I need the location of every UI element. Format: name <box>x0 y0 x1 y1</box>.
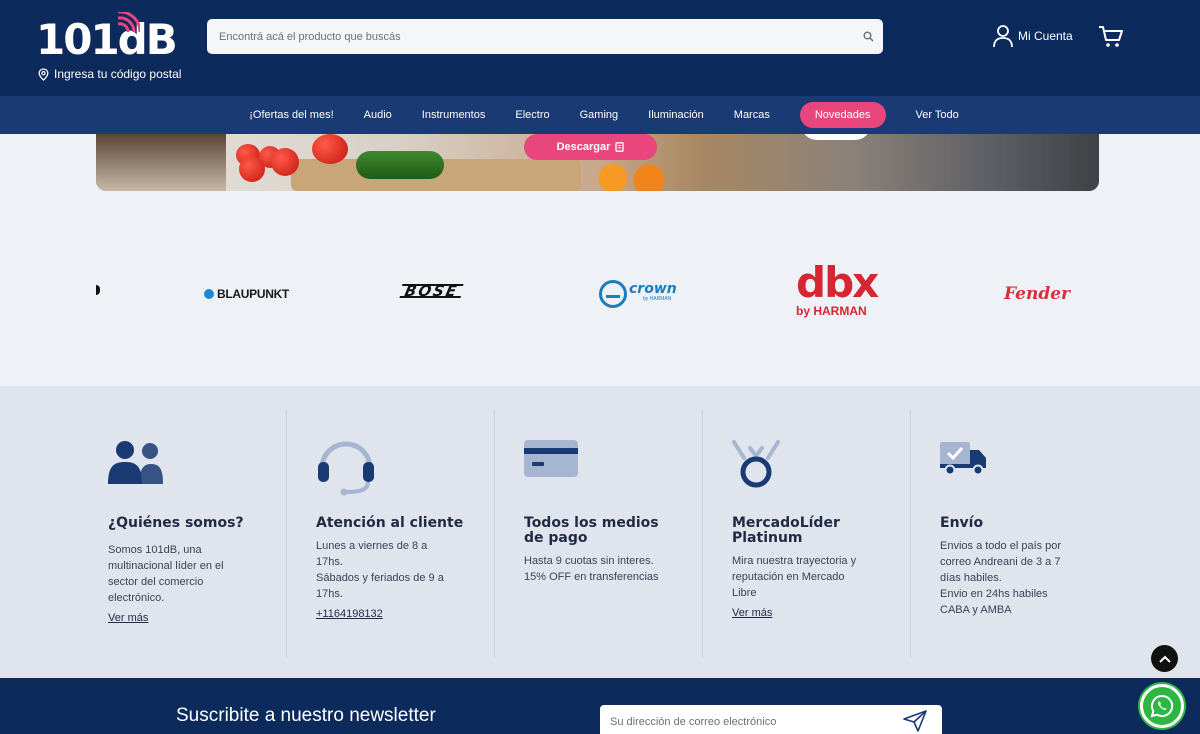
whatsapp-icon <box>1150 694 1174 718</box>
newsletter-form <box>600 705 942 734</box>
info-mercadolider: MercadoLíder Platinum Mira nuestra traye… <box>732 410 911 658</box>
user-icon <box>993 25 1013 48</box>
delivery-truck-icon <box>940 442 986 476</box>
newsletter-submit-button[interactable] <box>903 710 927 734</box>
nav-item-audio[interactable]: Audio <box>349 109 407 121</box>
nav-item-ofertas[interactable]: ¡Ofertas del mes! <box>234 109 348 121</box>
nav-item-gaming[interactable]: Gaming <box>565 109 634 121</box>
cart-button[interactable] <box>1098 25 1124 54</box>
download-button[interactable]: Descargar <box>524 134 657 160</box>
mercadolider-more-link[interactable]: Ver más <box>732 607 772 619</box>
crown-emblem-icon <box>599 280 627 308</box>
brand-logo-crown[interactable]: crown by HARMAN <box>599 280 677 308</box>
wifi-signal-icon <box>117 12 140 33</box>
newsletter-email-input[interactable] <box>610 709 900 734</box>
brand-carousel: BLAUPUNKT BOSE crown by HARMAN dbx by HA… <box>96 255 1100 335</box>
info-text: Lunes a viernes de 8 a 17hs. Sábados y f… <box>316 540 444 600</box>
info-title: ¿Quiénes somos? <box>108 515 244 531</box>
nav-item-ver-todo[interactable]: Ver Todo <box>901 109 974 121</box>
brand-logo-fender[interactable]: Fender <box>1004 284 1070 304</box>
search-input[interactable] <box>207 30 853 43</box>
headset-icon <box>318 441 374 496</box>
medal-icon <box>732 440 780 488</box>
info-text: Mira nuestra trayectoria y reputación en… <box>732 555 857 599</box>
scroll-to-top-button[interactable] <box>1151 645 1178 672</box>
info-text: Hasta 9 cuotas sin interes. 15% OFF en t… <box>524 555 659 583</box>
info-title: Envío <box>940 515 984 531</box>
info-text: Somos 101dB, una multinacional líder en … <box>108 544 224 604</box>
account-label: Mi Cuenta <box>1018 29 1073 43</box>
nav-item-marcas[interactable]: Marcas <box>719 109 785 121</box>
chevron-up-icon <box>1158 655 1171 663</box>
download-label: Descargar <box>556 141 611 153</box>
nav-item-iluminacion[interactable]: Iluminación <box>633 109 719 121</box>
about-more-link[interactable]: Ver más <box>108 612 148 624</box>
brand-logo-bose[interactable]: BOSE <box>399 282 464 300</box>
info-title: MercadoLíder Platinum <box>732 515 840 546</box>
nav-item-instrumentos[interactable]: Instrumentos <box>407 109 501 121</box>
postal-code-link[interactable]: Ingresa tu código postal <box>38 67 181 81</box>
brand-logo-partial[interactable] <box>96 285 100 295</box>
info-payment: Todos los medios de pago Hasta 9 cuotas … <box>524 410 703 658</box>
newsletter-section: Suscribite a nuestro newsletter <box>0 678 1200 734</box>
search-bar <box>207 19 883 54</box>
info-text: Envios a todo el país por correo Andrean… <box>940 540 1062 616</box>
info-section: ¿Quiénes somos? Somos 101dB, una multina… <box>0 386 1200 678</box>
brand-logo-dbx[interactable]: dbx by HARMAN <box>796 262 879 319</box>
info-support: Atención al cliente Lunes a viernes de 8… <box>316 410 495 658</box>
support-phone-link[interactable]: +1164198132 <box>316 608 383 620</box>
search-icon <box>863 31 874 42</box>
info-title: Todos los medios de pago <box>524 515 659 546</box>
site-header: 101dB Ingresa tu código postal Mi Cuenta <box>0 0 1200 96</box>
nav-item-electro[interactable]: Electro <box>500 109 564 121</box>
nav-item-novedades[interactable]: Novedades <box>799 102 886 128</box>
account-link[interactable]: Mi Cuenta <box>992 24 1073 48</box>
location-pin-icon <box>38 67 49 81</box>
credit-card-icon <box>524 440 578 477</box>
users-icon <box>108 441 163 484</box>
postal-code-label: Ingresa tu código postal <box>54 67 182 81</box>
info-about: ¿Quiénes somos? Somos 101dB, una multina… <box>108 410 287 658</box>
whatsapp-button[interactable] <box>1140 684 1184 728</box>
search-button[interactable] <box>853 19 883 54</box>
document-icon <box>615 142 625 152</box>
send-icon <box>903 710 927 732</box>
brand-logo-blaupunkt[interactable]: BLAUPUNKT <box>204 287 289 301</box>
newsletter-title: Suscribite a nuestro newsletter <box>176 705 436 726</box>
logo[interactable]: 101dB <box>36 12 178 64</box>
info-title: Atención al cliente <box>316 515 464 531</box>
cart-icon <box>1099 26 1123 47</box>
main-nav: ¡Ofertas del mes! Audio Instrumentos Ele… <box>0 96 1200 134</box>
info-shipping: Envío Envios a todo el país por correo A… <box>940 410 1119 658</box>
logo-text: 101dB <box>36 15 178 64</box>
